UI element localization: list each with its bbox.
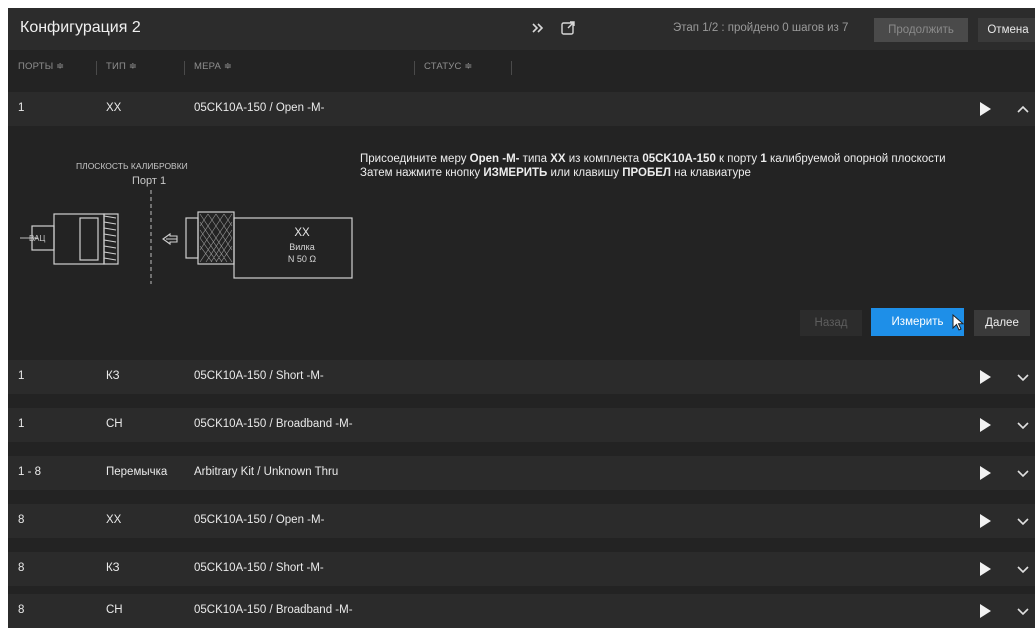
row-port: 1	[18, 370, 25, 382]
column-divider[interactable]	[511, 61, 512, 75]
chevron-down-icon[interactable]	[1016, 370, 1030, 384]
table-row[interactable]: 1 - 8 Перемычка Arbitrary Kit / Unknown …	[8, 456, 1035, 490]
play-icon[interactable]	[978, 417, 992, 433]
collapse-all-icon[interactable]	[528, 18, 548, 38]
column-status[interactable]: СТАТУС ≑	[424, 61, 473, 72]
connection-diagram: ПЛОСКОСТЬ КАЛИБРОВКИ Порт 1 ВАЦ ХХ Вилка…	[20, 156, 360, 296]
play-icon[interactable]	[978, 465, 992, 481]
instruction-line-2: Затем нажмите кнопку ИЗМЕРИТЬ или клавиш…	[360, 167, 751, 179]
row-standard: 05CK10A-150 / Open -M-	[194, 102, 325, 114]
column-ports[interactable]: ПОРТЫ ≑	[18, 61, 64, 72]
row-type: КЗ	[106, 562, 120, 574]
vna-label: ВАЦ	[29, 234, 45, 243]
row-type: СН	[106, 418, 123, 430]
column-divider[interactable]	[414, 61, 415, 75]
continue-button[interactable]: Продолжить	[874, 18, 968, 42]
column-standard[interactable]: МЕРА ≑	[194, 61, 232, 72]
calibration-panel: Конфигурация 2 Этап 1/2 : пройдено 0 шаг…	[8, 8, 1035, 628]
row-standard: Arbitrary Kit / Unknown Thru	[194, 466, 339, 478]
chevron-down-icon[interactable]	[1016, 604, 1030, 618]
row-type: КЗ	[106, 370, 120, 382]
title-bar: Конфигурация 2 Этап 1/2 : пройдено 0 шаг…	[8, 8, 1035, 50]
row-type: ХХ	[106, 514, 122, 526]
cancel-button[interactable]: Отмена	[978, 18, 1035, 42]
chevron-down-icon[interactable]	[1016, 466, 1030, 480]
port-label: Порт 1	[132, 175, 166, 187]
row-standard: 05CK10A-150 / Open -M-	[194, 514, 325, 526]
next-button[interactable]: Далее	[974, 310, 1030, 336]
column-divider[interactable]	[96, 61, 97, 75]
row-standard: 05CK10A-150 / Broadband -M-	[194, 604, 353, 616]
table-row[interactable]: 1 КЗ 05CK10A-150 / Short -M-	[8, 360, 1035, 394]
row-port: 8	[18, 604, 25, 616]
mouse-cursor-icon	[952, 314, 965, 331]
table-row[interactable]: 8 ХХ 05CK10A-150 / Open -M-	[8, 504, 1035, 538]
instruction-text: Присоедините меру Open -M- типа ХХ из ко…	[360, 152, 1030, 180]
table-row[interactable]: 1 ХХ 05CK10A-150 / Open -M-	[8, 92, 1035, 126]
row-type: Перемычка	[106, 466, 168, 478]
column-header: ПОРТЫ ≑ ТИП ≑ МЕРА ≑ СТАТУС ≑	[8, 58, 1035, 78]
chevron-down-icon[interactable]	[1016, 562, 1030, 576]
chevron-down-icon[interactable]	[1016, 514, 1030, 528]
row-port: 8	[18, 562, 25, 574]
table-row[interactable]: 8 КЗ 05CK10A-150 / Short -M-	[8, 552, 1035, 586]
play-icon[interactable]	[978, 513, 992, 529]
play-icon[interactable]	[978, 603, 992, 619]
row-port: 1	[18, 418, 25, 430]
standard-desc-label: Вилка	[289, 242, 314, 252]
row-port: 1 - 8	[18, 466, 42, 478]
chevron-up-icon[interactable]	[1016, 102, 1030, 116]
stage-progress: Этап 1/2 : пройдено 0 шагов из 7	[673, 22, 849, 34]
standard-type-label: ХХ	[294, 227, 310, 239]
play-icon[interactable]	[978, 561, 992, 577]
row-port: 8	[18, 514, 25, 526]
row-type: СН	[106, 604, 123, 616]
table-row[interactable]: 8 СН 05CK10A-150 / Broadband -M-	[8, 594, 1035, 628]
play-icon[interactable]	[978, 101, 992, 117]
play-icon[interactable]	[978, 369, 992, 385]
standard-conn-label: N 50 Ω	[288, 254, 317, 264]
table-row[interactable]: 1 СН 05CK10A-150 / Broadband -M-	[8, 408, 1035, 442]
back-button[interactable]: Назад	[800, 310, 862, 336]
open-external-icon[interactable]	[558, 18, 578, 38]
connection-diagram-drawing: ПЛОСКОСТЬ КАЛИБРОВКИ Порт 1 ВАЦ ХХ Вилка…	[20, 161, 353, 284]
row-port: 1	[18, 102, 25, 114]
plane-label: ПЛОСКОСТЬ КАЛИБРОВКИ	[76, 161, 188, 171]
row-standard: 05CK10A-150 / Short -M-	[194, 370, 324, 382]
measure-button[interactable]: Измерить	[871, 308, 964, 336]
row-type: ХХ	[106, 102, 122, 114]
instruction-line-1: Присоедините меру Open -M- типа ХХ из ко…	[360, 153, 946, 165]
row-standard: 05CK10A-150 / Broadband -M-	[194, 418, 353, 430]
column-divider[interactable]	[184, 61, 185, 75]
row-standard: 05CK10A-150 / Short -M-	[194, 562, 324, 574]
window-title: Конфигурация 2	[20, 19, 141, 36]
chevron-down-icon[interactable]	[1016, 418, 1030, 432]
column-type[interactable]: ТИП ≑	[106, 61, 137, 72]
